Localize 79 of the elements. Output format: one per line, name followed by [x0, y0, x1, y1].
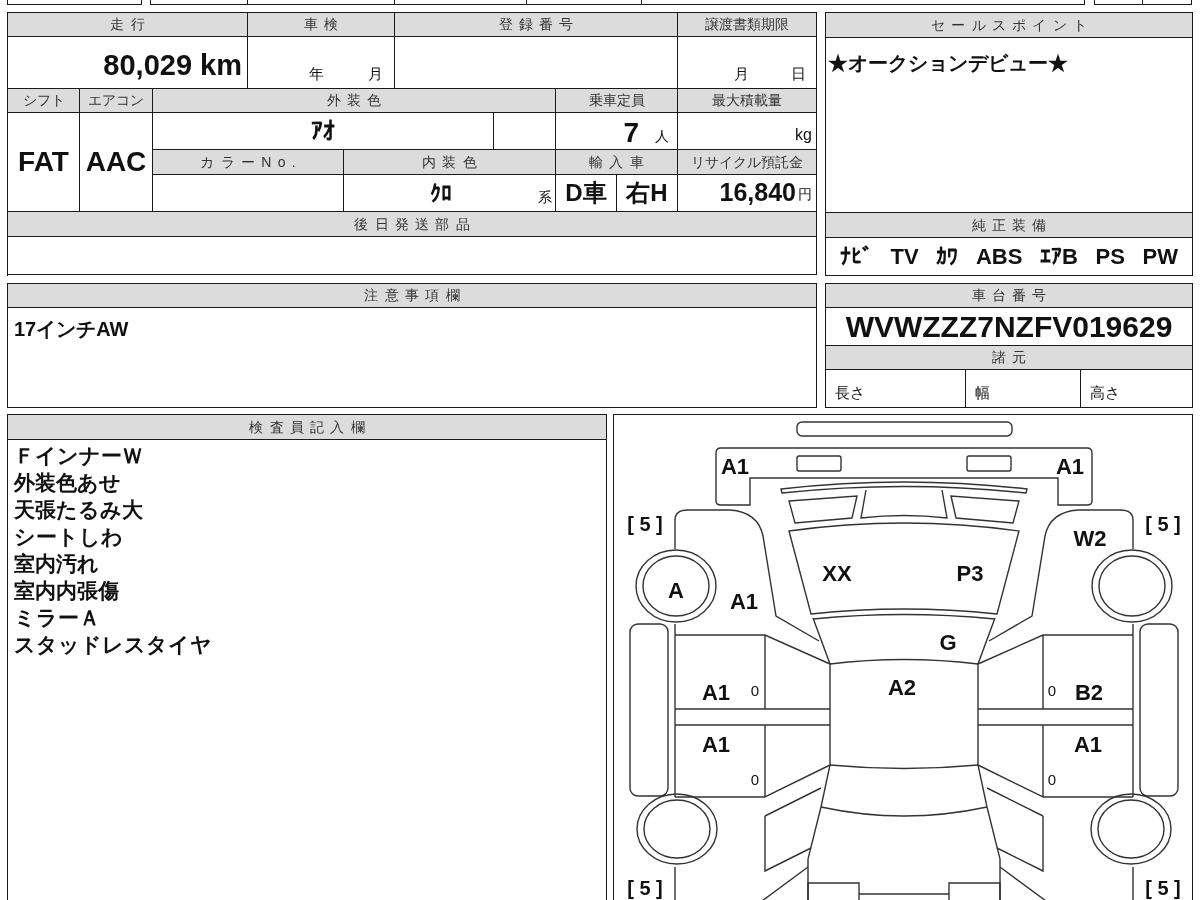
section-heading: 注意事項欄 — [8, 284, 816, 308]
damage-code: G — [939, 629, 957, 655]
unit-label: 人 — [655, 127, 669, 146]
day-label: 日 — [791, 63, 806, 84]
field-label: 内装色 — [344, 150, 556, 175]
unit-label: 系 — [538, 188, 552, 207]
inspector-note: 外装色あせ — [14, 470, 122, 496]
section-heading: 純正装備 — [826, 213, 1192, 238]
mileage-value: 80,029 km — [103, 47, 242, 83]
year-label: 年 — [309, 63, 324, 84]
inspector-note: ＦインナーＷ — [14, 443, 144, 469]
field-label: 輸入車 — [556, 150, 678, 175]
damage-code: B2 — [1074, 679, 1104, 705]
unit-label: 円 — [798, 185, 812, 204]
field-label: 走行 — [8, 13, 248, 37]
inspector-note: スタッドレスタイヤ — [14, 632, 213, 658]
damage-code: A1 — [701, 679, 731, 705]
interior-color-value: ｸﾛ — [430, 179, 452, 208]
month-label: 月 — [734, 63, 749, 84]
damage-code: A1 — [1073, 731, 1103, 757]
spec-label: 長さ — [835, 382, 865, 403]
damage-code: P3 — [956, 560, 984, 586]
equipment-item: ﾅﾋﾞ — [840, 243, 873, 271]
chassis-number: WVWZZZ7NZFV019629 — [845, 311, 1173, 342]
field-label: 登録番号 — [395, 13, 678, 37]
door-mark: 0 — [750, 770, 760, 788]
shift-value: FAT — [18, 145, 69, 179]
equipment-item: TV — [890, 243, 919, 271]
field-label: 最大積載量 — [678, 89, 817, 113]
damage-code: A — [668, 577, 684, 603]
wheel-rating-label: [ 5 ] — [1145, 513, 1181, 535]
field-label: エアコン — [80, 89, 153, 113]
spec-label: 高さ — [1090, 382, 1120, 403]
damage-code: A1 — [720, 453, 750, 479]
field-label: 後日発送部品 — [8, 212, 817, 237]
note-text: 17インチAW — [14, 318, 129, 340]
wheel-rating-label: [ 5 ] — [627, 513, 663, 535]
import-dealer-value: D車 — [565, 178, 607, 208]
inspector-note: ミラーＡ — [14, 605, 101, 631]
wheel-rating-label: [ 5 ] — [1145, 877, 1181, 899]
section-heading: 車台番号 — [826, 284, 1192, 308]
damage-code: A1 — [1055, 453, 1085, 479]
equipment-item: PS — [1095, 243, 1125, 271]
equipment-item: PW — [1142, 243, 1178, 271]
unit-label: kg — [795, 125, 812, 145]
equipment-item: ｶﾜ — [936, 243, 959, 271]
equipment-item: ABS — [975, 243, 1023, 271]
wheel-rating-label: [ 5 ] — [627, 877, 663, 899]
section-heading: セールスポイント — [826, 13, 1192, 38]
damage-code: A2 — [887, 674, 917, 700]
field-label: リサイクル預託金 — [678, 150, 817, 175]
section-heading: 諸元 — [826, 346, 1192, 370]
inspector-note: 室内汚れ — [14, 551, 100, 577]
damage-code: W2 — [1073, 525, 1107, 551]
door-mark: 0 — [750, 681, 760, 699]
section-heading: 検査員記入欄 — [8, 415, 606, 440]
spec-label: 幅 — [975, 382, 990, 403]
capacity-value: 7 — [623, 119, 639, 147]
door-mark: 0 — [1047, 681, 1057, 699]
air-conditioner-value: AAC — [85, 145, 147, 179]
damage-code: A1 — [729, 588, 759, 614]
field-label: 乗車定員 — [556, 89, 678, 113]
inspector-note: 室内内張傷 — [14, 578, 120, 604]
field-label: 外装色 — [153, 89, 556, 113]
inspector-note: シートしわ — [14, 524, 124, 550]
sales-point-text: ★オークションデビュー★ — [828, 52, 1068, 74]
field-label: カラーNo. — [153, 150, 344, 175]
damage-code: XX — [822, 560, 852, 586]
inspector-note: 天張たるみ大 — [14, 497, 144, 523]
damage-code: A1 — [701, 731, 731, 757]
month-label: 月 — [368, 63, 383, 84]
steering-value: 右H — [626, 178, 668, 208]
recycling-deposit-value: 16,840 — [719, 177, 796, 209]
field-label: 譲渡書類期限 — [678, 13, 817, 37]
equipment-item: ｴｱB — [1040, 243, 1078, 271]
field-label: 車検 — [248, 13, 395, 37]
door-mark: 0 — [1047, 770, 1057, 788]
field-label: シフト — [8, 89, 80, 113]
exterior-color-value: ｱｵ — [311, 116, 335, 146]
